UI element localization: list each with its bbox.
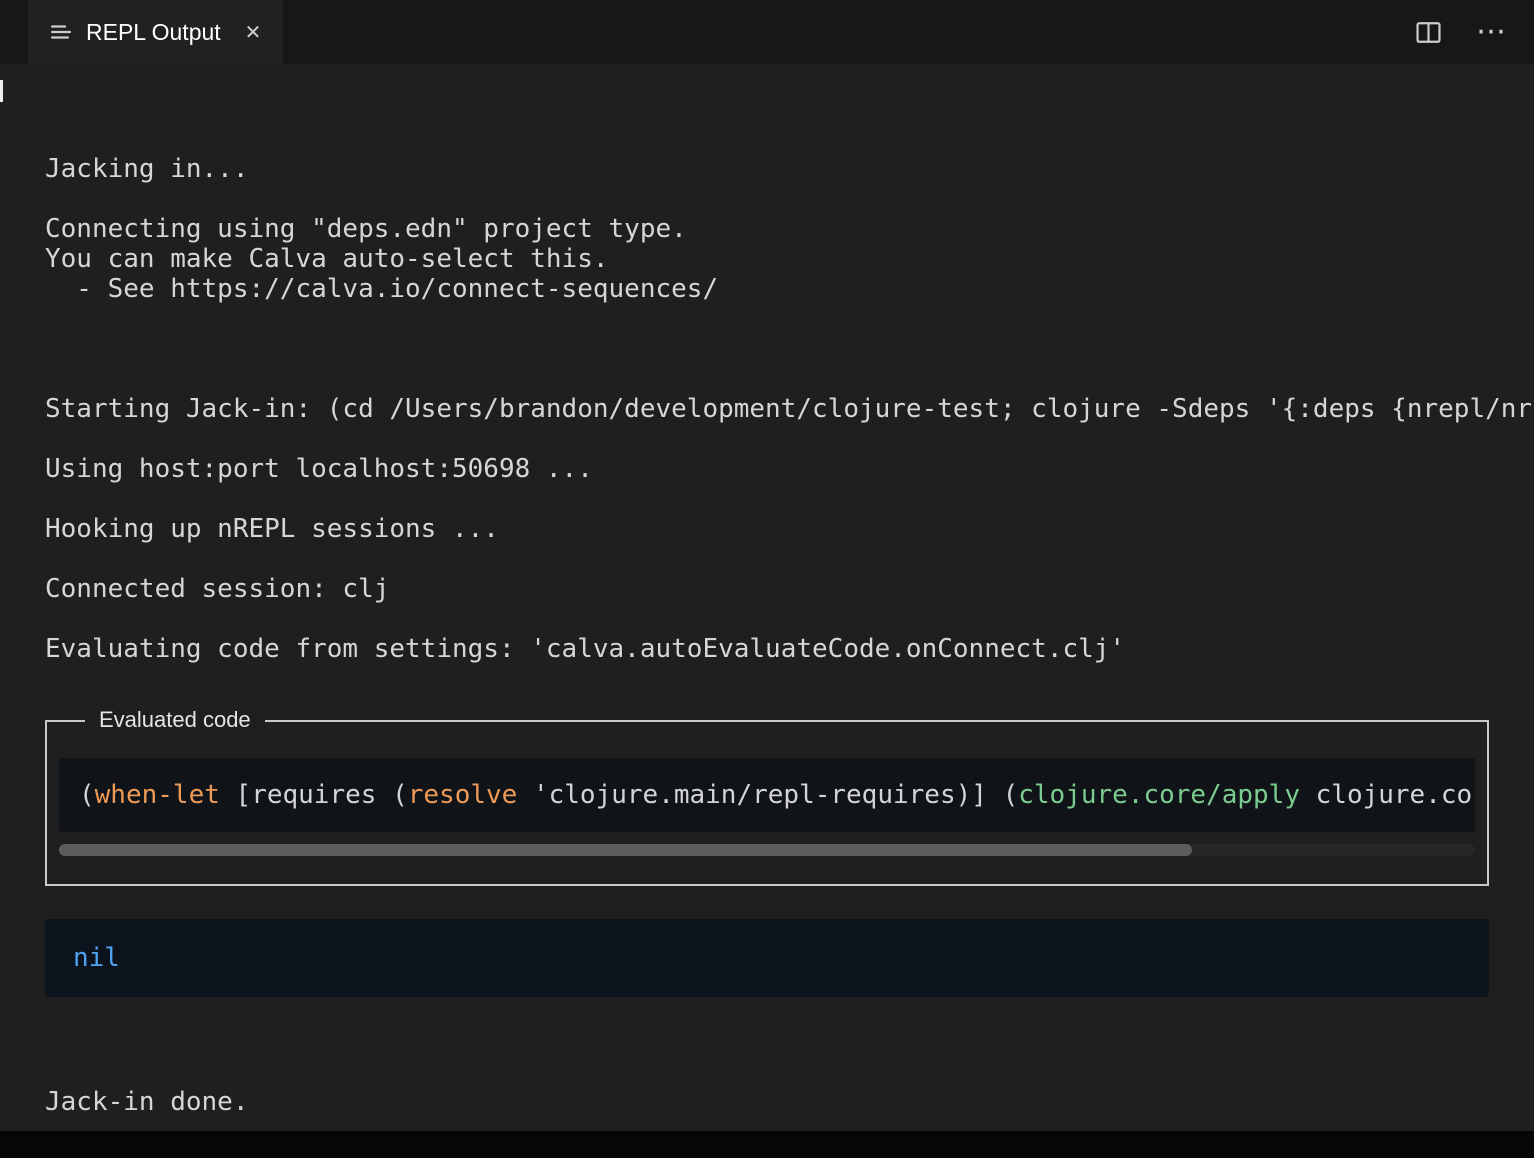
more-actions-icon[interactable]: ⋯ bbox=[1476, 17, 1506, 47]
tab-bar: REPL Output ✕ ⋯ bbox=[0, 0, 1534, 64]
eval-result-text: nil bbox=[73, 943, 120, 973]
output-line-auto-select: You can make Calva auto-select this. bbox=[45, 244, 1534, 274]
code-scrollbar-thumb[interactable] bbox=[59, 844, 1192, 856]
output-line-host-port: Using host:port localhost:50698 ... bbox=[45, 454, 1534, 484]
output-line-hooking-up: Hooking up nREPL sessions ... bbox=[45, 514, 1534, 544]
tab-repl-output[interactable]: REPL Output ✕ bbox=[28, 0, 283, 64]
output-line-starting-jack-in: Starting Jack-in: (cd /Users/brandon/dev… bbox=[45, 394, 1534, 424]
output-line-jacking-in: Jacking in... bbox=[45, 154, 1534, 184]
output-line-connected-session: Connected session: clj bbox=[45, 574, 1534, 604]
code-scrollbar-track[interactable] bbox=[59, 844, 1475, 856]
repl-output-content: Jacking in... Connecting using "deps.edn… bbox=[0, 64, 1534, 1117]
evaluated-code-line: (when-let [requires (resolve 'clojure.ma… bbox=[59, 758, 1475, 832]
output-line-see-link: - See https://calva.io/connect-sequences… bbox=[45, 274, 1534, 304]
left-edge-artifact bbox=[0, 80, 3, 102]
close-icon[interactable]: ✕ bbox=[245, 20, 262, 44]
evaluated-code-legend: Evaluated code bbox=[85, 707, 265, 733]
bottom-panel-strip bbox=[0, 1131, 1534, 1158]
output-line-connecting: Connecting using "deps.edn" project type… bbox=[45, 214, 1534, 244]
output-connect-block: Connecting using "deps.edn" project type… bbox=[45, 214, 1534, 304]
eval-result-box: nil bbox=[45, 919, 1489, 997]
evaluated-code-box: Evaluated code (when-let [requires (reso… bbox=[45, 720, 1489, 886]
output-line-evaluating: Evaluating code from settings: 'calva.au… bbox=[45, 634, 1534, 664]
split-editor-icon[interactable] bbox=[1415, 19, 1442, 46]
editor-actions: ⋯ bbox=[1415, 0, 1534, 64]
tab-label: REPL Output bbox=[86, 19, 221, 46]
output-icon bbox=[50, 21, 72, 43]
output-line-jack-in-done: Jack-in done. bbox=[45, 1087, 1534, 1117]
